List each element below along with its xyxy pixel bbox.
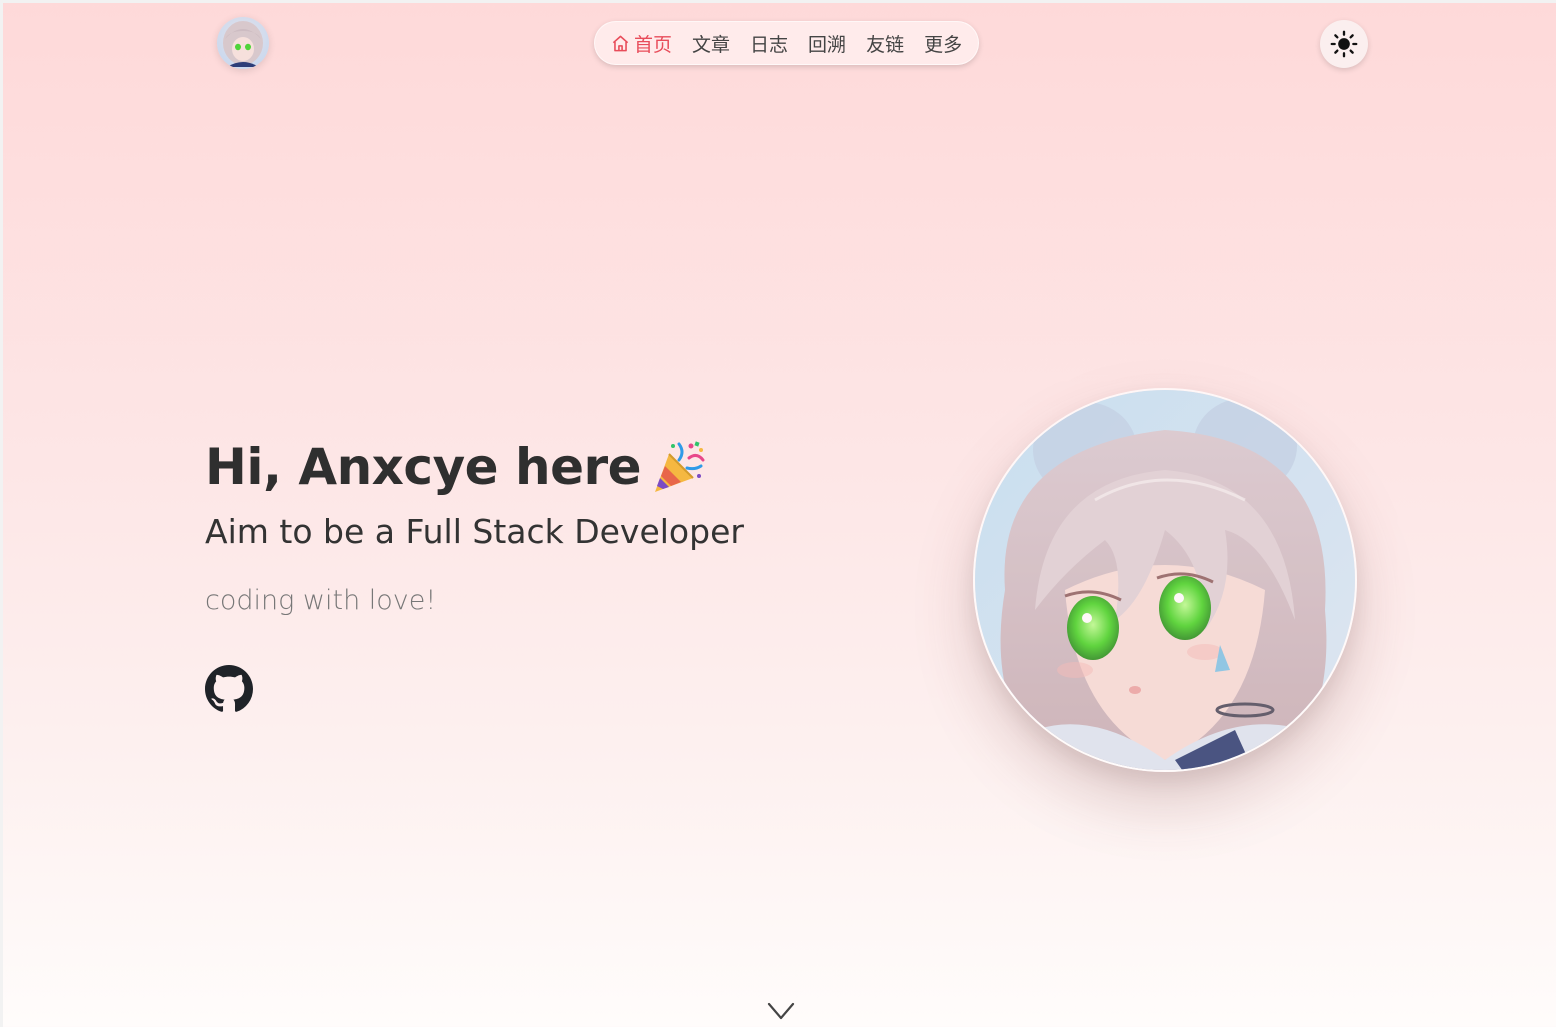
portrait-illustration	[975, 390, 1355, 770]
github-icon	[205, 665, 253, 712]
scroll-down-button[interactable]	[766, 998, 796, 1024]
nav-item-home[interactable]: 首页	[611, 30, 672, 57]
nav-item-label: 首页	[634, 33, 673, 56]
nav-item-label: 回溯	[808, 33, 847, 56]
nav-item-journal[interactable]: 日志	[750, 30, 788, 57]
nav-item-label: 更多	[924, 33, 963, 56]
github-link[interactable]	[205, 665, 253, 713]
nav-item-articles[interactable]: 文章	[692, 30, 730, 57]
nav-item-label: 友链	[866, 33, 905, 56]
home-icon	[611, 34, 630, 53]
sun-icon	[1330, 30, 1358, 58]
theme-toggle-button[interactable]	[1320, 20, 1368, 68]
nav-item-archive[interactable]: 回溯	[808, 30, 846, 57]
nav-item-label: 日志	[750, 33, 789, 56]
site-avatar[interactable]	[217, 17, 269, 69]
main-nav: 首页 文章 日志 回溯 友链 更多	[594, 21, 980, 65]
nav-item-label: 文章	[692, 33, 731, 56]
hero-title: Hi, Anxcye here	[205, 438, 709, 496]
hero-title-text: Hi, Anxcye here	[205, 438, 642, 496]
nav-item-more[interactable]: 更多	[924, 30, 962, 57]
hero-subtitle: Aim to be a Full Stack Developer	[205, 512, 744, 551]
party-popper-icon	[651, 438, 709, 496]
hero-portrait	[973, 388, 1357, 772]
chevron-down-icon	[767, 1002, 795, 1020]
avatar	[217, 17, 269, 69]
hero-tagline: coding with love!	[205, 585, 437, 616]
nav-item-friends[interactable]: 友链	[866, 30, 904, 57]
